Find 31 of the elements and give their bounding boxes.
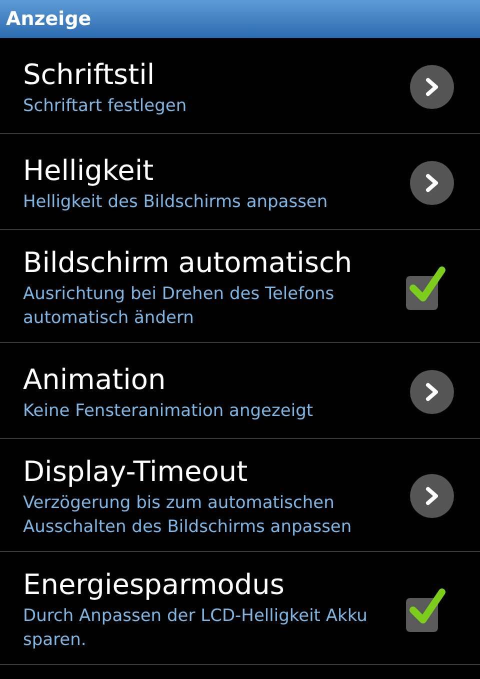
checkbox[interactable] xyxy=(406,586,446,632)
item-summary: Ausrichtung bei Drehen des Telefons automatisch ändern xyxy=(23,283,336,330)
settings-item[interactable]: Energiesparmodus Durch Anpassen der LCD-Helligkeit Akku sparen. xyxy=(0,552,480,665)
settings-item[interactable]: Helligkeit Helligkeit des Bildschirms anpassen xyxy=(0,134,480,230)
item-title: Schriftstil xyxy=(23,56,156,92)
item-title: Display-Timeout xyxy=(23,454,249,490)
item-summary: Helligkeit des Bildschirms anpassen xyxy=(23,190,329,214)
item-summary: Verzögerung bis zum automatischen Ausschalten des Bildschirms anpassen xyxy=(23,492,353,539)
chevron-button[interactable] xyxy=(410,64,454,108)
item-summary: Durch Anpassen der LCD-Helligkeit Akku sparen. xyxy=(23,605,368,652)
chevron-right-icon xyxy=(424,382,440,402)
item-title: Bildschirm automatisch xyxy=(23,245,354,281)
chevron-button[interactable] xyxy=(410,370,454,414)
chevron-right-icon xyxy=(424,172,440,192)
item-summary: Keine Fensteranimation angezeigt xyxy=(23,400,314,422)
screen-title: Anzeige xyxy=(6,6,92,32)
chevron-button[interactable] xyxy=(410,474,454,518)
checkmark-icon xyxy=(408,586,446,626)
chevron-right-icon xyxy=(424,76,440,96)
checkbox[interactable] xyxy=(406,264,446,310)
item-title: Energiesparmodus xyxy=(23,567,286,603)
item-summary: Schriftart festlegen xyxy=(23,94,188,118)
checkmark-icon xyxy=(408,264,446,304)
chevron-button[interactable] xyxy=(410,160,454,204)
item-title: Helligkeit xyxy=(23,152,155,188)
chevron-right-icon xyxy=(424,486,440,506)
settings-item[interactable]: Animation Keine Fensteranimation angezeigt xyxy=(0,343,480,439)
settings-item[interactable]: Schriftstil Schriftart festlegen xyxy=(0,38,480,134)
settings-item[interactable]: Display-Timeout Verzögerung bis zum automatischen Ausschalten des Bildschirms anpassen xyxy=(0,439,480,552)
item-title: Animation xyxy=(23,362,167,398)
settings-item[interactable]: Bildschirm automatisch Ausrichtung bei Drehen des Telefons automatisch ändern xyxy=(0,230,480,343)
